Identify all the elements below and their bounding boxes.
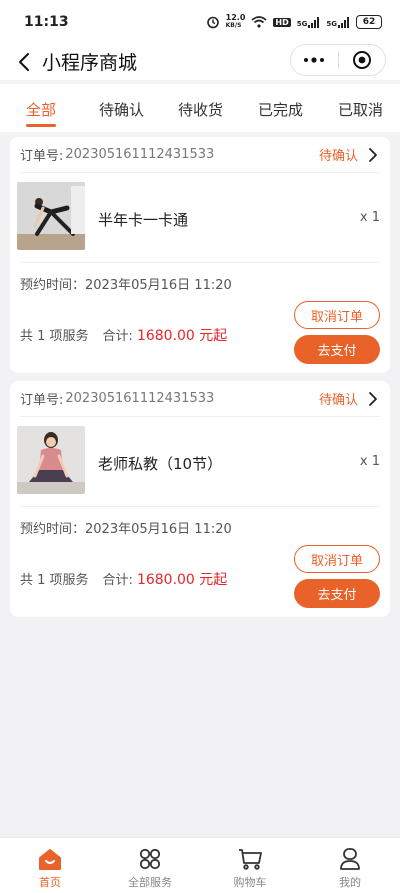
pay-button[interactable]: 去支付 — [294, 335, 380, 364]
divider — [20, 506, 380, 507]
tab-completed[interactable]: 已完成 — [258, 99, 303, 120]
order-summary: 共 1 项服务 合计: 1680.00 元起 — [20, 325, 227, 345]
hd-badge: HD — [273, 17, 291, 27]
cancel-order-button[interactable]: 取消订单 — [294, 545, 380, 573]
order-status: 待确认 — [318, 393, 358, 408]
order-tabs: 全部 待确认 待收货 已完成 已取消 — [0, 84, 400, 132]
order-number-label: 订单号: — [20, 393, 64, 408]
battery-icon: 62 — [356, 15, 382, 29]
more-dots-icon — [304, 57, 325, 63]
pay-button[interactable]: 去支付 — [294, 579, 380, 608]
bottom-tabbar: 首页 全部服务 购物车 我的 — [0, 837, 400, 893]
service-count: 共 1 项服务 — [20, 329, 89, 344]
close-miniprogram-button[interactable] — [338, 44, 385, 76]
order-number-label: 订单号: — [20, 149, 64, 164]
tab-cancelled[interactable]: 已取消 — [338, 99, 383, 120]
order-number: 2023051611124315​33 — [65, 391, 215, 406]
status-time: 11:13 — [24, 14, 69, 30]
divider — [20, 262, 380, 263]
tabbar-label: 购物车 — [233, 876, 267, 889]
target-circle-icon — [352, 51, 371, 69]
order-header: 订单号: 2023051611124315​33 待确认 — [20, 381, 380, 417]
booking-time: 预约时间：2023年05月16日 11:20 — [20, 522, 232, 537]
active-tab-indicator — [26, 124, 56, 127]
home-icon — [37, 846, 63, 872]
booking-time: 预约时间：2023年05月16日 11:20 — [20, 278, 232, 293]
signal-2: 5G — [326, 16, 350, 28]
wifi-icon — [251, 16, 267, 28]
total-amount: 1680.00 元起 — [136, 572, 228, 588]
product-thumbnail[interactable] — [17, 182, 85, 250]
nav-bar: 小程序商城 — [0, 44, 400, 80]
grid-icon — [137, 846, 163, 872]
page-title: 小程序商城 — [42, 52, 138, 74]
miniprogram-capsule — [290, 44, 386, 76]
product-quantity: x 1 — [359, 210, 380, 225]
user-icon — [337, 846, 363, 872]
status-icons: 12.0 KB/S HD 5G 5G 62 — [206, 14, 382, 30]
tab-pending-confirm[interactable]: 待确认 — [99, 99, 144, 120]
service-count: 共 1 项服务 — [20, 573, 89, 588]
cancel-order-button[interactable]: 取消订单 — [294, 301, 380, 329]
total-label: 合计: — [102, 573, 133, 588]
status-bar: 11:13 12.0 KB/S HD 5G 5G 62 — [0, 0, 400, 44]
tab-all[interactable]: 全部 — [26, 99, 56, 120]
product-name: 半年卡一卡通 — [98, 211, 189, 229]
product-thumbnail[interactable] — [17, 426, 85, 494]
alarm-icon — [206, 15, 220, 29]
cart-icon — [237, 846, 263, 872]
network-speed: 12.0 KB/S — [225, 13, 246, 30]
tab-pending-receipt[interactable]: 待收货 — [178, 99, 223, 120]
chevron-right-icon[interactable] — [366, 391, 380, 407]
chevron-right-icon[interactable] — [366, 147, 380, 163]
order-card[interactable]: 订单号: 2023051611124315​33 待确认 老师私教（10节） x… — [10, 381, 390, 617]
order-card[interactable]: 订单号: 2023051611124315​33 待确认 半年卡一卡通 x 1 … — [10, 137, 390, 373]
product-name: 老师私教（10节） — [98, 455, 223, 473]
chevron-left-icon — [19, 53, 29, 71]
order-number: 2023051611124315​33 — [65, 147, 215, 162]
tabbar-all-services[interactable]: 全部服务 — [100, 838, 200, 893]
product-quantity: x 1 — [359, 454, 380, 469]
total-label: 合计: — [102, 329, 133, 344]
tabbar-cart[interactable]: 购物车 — [200, 838, 300, 893]
order-header: 订单号: 2023051611124315​33 待确认 — [20, 137, 380, 173]
tabbar-label: 首页 — [39, 876, 61, 889]
back-button[interactable] — [12, 50, 36, 74]
tabbar-home[interactable]: 首页 — [0, 838, 100, 893]
total-amount: 1680.00 元起 — [136, 328, 228, 344]
tabbar-label: 我的 — [339, 876, 361, 889]
order-summary: 共 1 项服务 合计: 1680.00 元起 — [20, 569, 227, 589]
more-button[interactable] — [291, 44, 338, 76]
signal-1: 5G — [297, 16, 321, 28]
tabbar-profile[interactable]: 我的 — [300, 838, 400, 893]
tabbar-label: 全部服务 — [128, 876, 172, 889]
order-status: 待确认 — [318, 149, 358, 164]
